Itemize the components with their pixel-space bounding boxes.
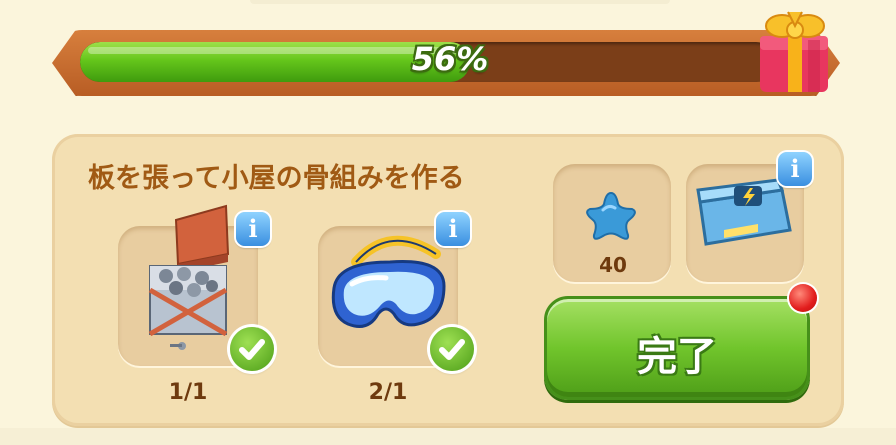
task-title: 板を張って小屋の骨組みを作る <box>88 163 465 194</box>
progress-percent: 56% <box>411 40 489 78</box>
bottom-strip <box>0 428 896 445</box>
checkmark-icon <box>230 327 274 371</box>
blue-star-icon <box>586 191 636 240</box>
info-button-screws[interactable]: i <box>236 212 270 246</box>
checkmark-icon <box>430 327 474 371</box>
requirement-count-goggles: 2/1 <box>368 380 408 405</box>
screw-crate-icon <box>148 204 230 350</box>
top-glow <box>250 0 670 4</box>
energy-chest-icon <box>696 178 792 246</box>
notification-dot <box>789 284 817 312</box>
info-button-chest[interactable]: i <box>778 152 812 186</box>
reward-count-stars: 40 <box>599 253 627 277</box>
complete-button[interactable]: 完了 <box>544 296 810 400</box>
complete-button-label: 完了 <box>637 334 717 380</box>
requirement-count-screws: 1/1 <box>168 380 208 405</box>
info-button-goggles[interactable]: i <box>436 212 470 246</box>
gift-box-icon[interactable] <box>752 0 836 96</box>
